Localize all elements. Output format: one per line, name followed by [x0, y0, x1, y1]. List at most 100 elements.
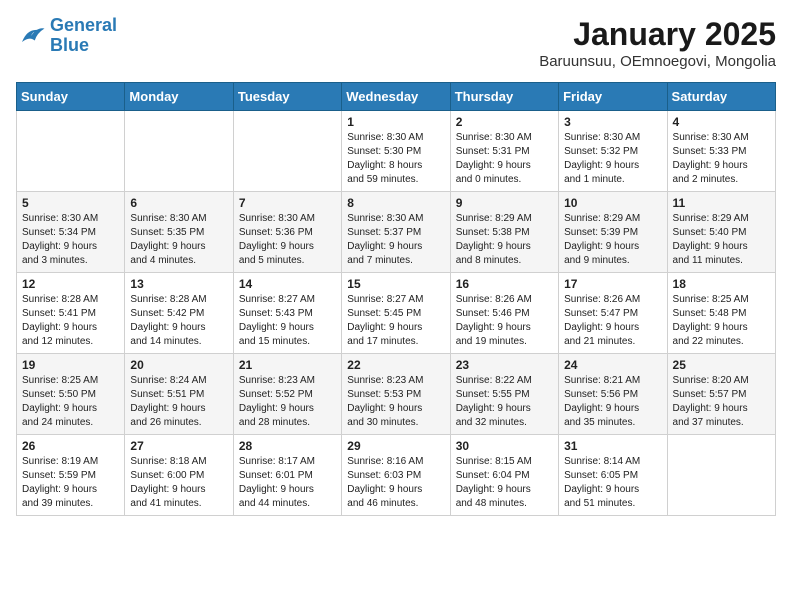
table-row: 28 Sunrise: 8:17 AMSunset: 6:01 PMDayligh… [233, 435, 341, 516]
day-info: Sunrise: 8:24 AMSunset: 5:51 PMDaylight:… [130, 374, 227, 430]
day-info: Sunrise: 8:30 AMSunset: 5:33 PMDaylight:… [673, 131, 770, 187]
calendar-week-row: 26Sunrise: 8:19 AMSunset: 5:59 PMDayligh… [17, 435, 776, 516]
day-info: Sunrise: 8:18 AMSunset: 6:00 PMDaylight:… [130, 455, 227, 511]
day-number: 13 [130, 277, 227, 291]
day-number: 16 [456, 277, 553, 291]
table-row: 6Sunrise: 8:30 AMSunset: 5:35 PMDaylight… [125, 192, 233, 273]
day-number: 14 [239, 277, 336, 291]
calendar-header-row: Sunday Monday Tuesday Wednesday Thursday… [17, 83, 776, 111]
table-row: 21Sunrise: 8:23 AMSunset: 5:52 PMDayligh… [233, 354, 341, 435]
col-tuesday: Tuesday [233, 83, 341, 111]
day-info: Sunrise: 8:30 AMSunset: 5:36 PMDaylight:… [239, 212, 336, 268]
table-row: 10 Sunrise: 8:29 AMSunset: 5:39 PMDayligh… [559, 192, 667, 273]
table-row: 7 Sunrise: 8:30 AMSunset: 5:36 PMDaylight… [233, 192, 341, 273]
day-number: 28 [239, 439, 336, 453]
table-row: 14 Sunrise: 8:27 AMSunset: 5:43 PMDayligh… [233, 273, 341, 354]
day-info: Sunrise: 8:15 AMSunset: 6:04 PMDaylight:… [456, 455, 553, 511]
table-row [125, 111, 233, 192]
day-number: 15 [347, 277, 444, 291]
day-number: 19 [22, 358, 119, 372]
day-info: Sunrise: 8:25 AMSunset: 5:50 PMDaylight:… [22, 374, 119, 430]
day-number: 10 [564, 196, 661, 210]
day-info: Sunrise: 8:30 AMSunset: 5:30 PMDaylight:… [347, 131, 444, 187]
table-row: 11 Sunrise: 8:29 AMSunset: 5:40 PMDayligh… [667, 192, 775, 273]
day-info: Sunrise: 8:17 AMSunset: 6:01 PMDaylight:… [239, 455, 336, 511]
day-number: 30 [456, 439, 553, 453]
day-number: 23 [456, 358, 553, 372]
day-info: Sunrise: 8:28 AMSunset: 5:41 PMDaylight:… [22, 293, 119, 349]
calendar-table: Sunday Monday Tuesday Wednesday Thursday… [16, 82, 776, 516]
page-header: General Blue January 2025 Baruunsuu, OEm… [16, 16, 776, 70]
table-row: 23 Sunrise: 8:22 AMSunset: 5:55 PMDayligh… [450, 354, 558, 435]
table-row: 19 Sunrise: 8:25 AMSunset: 5:50 PMDayligh… [17, 354, 125, 435]
day-number: 11 [673, 196, 770, 210]
day-info: Sunrise: 8:21 AMSunset: 5:56 PMDaylight:… [564, 374, 661, 430]
table-row: 1 Sunrise: 8:30 AMSunset: 5:30 PMDaylight… [342, 111, 450, 192]
table-row: 31Sunrise: 8:14 AMSunset: 6:05 PMDayligh… [559, 435, 667, 516]
day-number: 29 [347, 439, 444, 453]
day-number: 22 [347, 358, 444, 372]
day-number: 18 [673, 277, 770, 291]
logo-text: General [50, 16, 117, 36]
table-row: 27 Sunrise: 8:18 AMSunset: 6:00 PMDayligh… [125, 435, 233, 516]
table-row: 26Sunrise: 8:19 AMSunset: 5:59 PMDayligh… [17, 435, 125, 516]
table-row: 13Sunrise: 8:28 AMSunset: 5:42 PMDayligh… [125, 273, 233, 354]
day-info: Sunrise: 8:22 AMSunset: 5:55 PMDaylight:… [456, 374, 553, 430]
day-info: Sunrise: 8:14 AMSunset: 6:05 PMDaylight:… [564, 455, 661, 511]
table-row [233, 111, 341, 192]
day-number: 5 [22, 196, 119, 210]
day-number: 6 [130, 196, 227, 210]
logo-text2: Blue [50, 36, 117, 56]
day-number: 1 [347, 115, 444, 129]
table-row: 17 Sunrise: 8:26 AMSunset: 5:47 PMDayligh… [559, 273, 667, 354]
col-friday: Friday [559, 83, 667, 111]
table-row: 12 Sunrise: 8:28 AMSunset: 5:41 PMDayligh… [17, 273, 125, 354]
table-row: 20 Sunrise: 8:24 AMSunset: 5:51 PMDayligh… [125, 354, 233, 435]
table-row: 24 Sunrise: 8:21 AMSunset: 5:56 PMDayligh… [559, 354, 667, 435]
day-info: Sunrise: 8:30 AMSunset: 5:37 PMDaylight:… [347, 212, 444, 268]
day-number: 25 [673, 358, 770, 372]
day-number: 9 [456, 196, 553, 210]
day-number: 27 [130, 439, 227, 453]
day-info: Sunrise: 8:30 AMSunset: 5:31 PMDaylight:… [456, 131, 553, 187]
day-info: Sunrise: 8:16 AMSunset: 6:03 PMDaylight:… [347, 455, 444, 511]
table-row [667, 435, 775, 516]
day-info: Sunrise: 8:25 AMSunset: 5:48 PMDaylight:… [673, 293, 770, 349]
table-row: 8 Sunrise: 8:30 AMSunset: 5:37 PMDaylight… [342, 192, 450, 273]
table-row: 30 Sunrise: 8:15 AMSunset: 6:04 PMDayligh… [450, 435, 558, 516]
table-row: 16 Sunrise: 8:26 AMSunset: 5:46 PMDayligh… [450, 273, 558, 354]
day-number: 24 [564, 358, 661, 372]
day-info: Sunrise: 8:26 AMSunset: 5:46 PMDaylight:… [456, 293, 553, 349]
day-number: 4 [673, 115, 770, 129]
day-info: Sunrise: 8:29 AMSunset: 5:39 PMDaylight:… [564, 212, 661, 268]
calendar-week-row: 1 Sunrise: 8:30 AMSunset: 5:30 PMDaylight… [17, 111, 776, 192]
day-number: 12 [22, 277, 119, 291]
table-row: 15 Sunrise: 8:27 AMSunset: 5:45 PMDayligh… [342, 273, 450, 354]
day-number: 20 [130, 358, 227, 372]
day-info: Sunrise: 8:29 AMSunset: 5:38 PMDaylight:… [456, 212, 553, 268]
day-info: Sunrise: 8:19 AMSunset: 5:59 PMDaylight:… [22, 455, 119, 511]
day-number: 7 [239, 196, 336, 210]
col-thursday: Thursday [450, 83, 558, 111]
calendar-week-row: 5Sunrise: 8:30 AMSunset: 5:34 PMDaylight… [17, 192, 776, 273]
day-number: 8 [347, 196, 444, 210]
col-saturday: Saturday [667, 83, 775, 111]
table-row: 9 Sunrise: 8:29 AMSunset: 5:38 PMDaylight… [450, 192, 558, 273]
table-row: 29 Sunrise: 8:16 AMSunset: 6:03 PMDayligh… [342, 435, 450, 516]
day-number: 3 [564, 115, 661, 129]
day-info: Sunrise: 8:29 AMSunset: 5:40 PMDaylight:… [673, 212, 770, 268]
calendar-subtitle: Baruunsuu, OEmnoegovi, Mongolia [539, 53, 776, 70]
logo-icon [16, 21, 46, 51]
day-info: Sunrise: 8:23 AMSunset: 5:52 PMDaylight:… [239, 374, 336, 430]
day-info: Sunrise: 8:20 AMSunset: 5:57 PMDaylight:… [673, 374, 770, 430]
logo: General Blue [16, 16, 117, 56]
col-monday: Monday [125, 83, 233, 111]
table-row: 25 Sunrise: 8:20 AMSunset: 5:57 PMDayligh… [667, 354, 775, 435]
day-info: Sunrise: 8:26 AMSunset: 5:47 PMDaylight:… [564, 293, 661, 349]
day-info: Sunrise: 8:27 AMSunset: 5:45 PMDaylight:… [347, 293, 444, 349]
day-info: Sunrise: 8:27 AMSunset: 5:43 PMDaylight:… [239, 293, 336, 349]
day-number: 2 [456, 115, 553, 129]
day-number: 17 [564, 277, 661, 291]
table-row: 22Sunrise: 8:23 AMSunset: 5:53 PMDayligh… [342, 354, 450, 435]
table-row: 18 Sunrise: 8:25 AMSunset: 5:48 PMDayligh… [667, 273, 775, 354]
